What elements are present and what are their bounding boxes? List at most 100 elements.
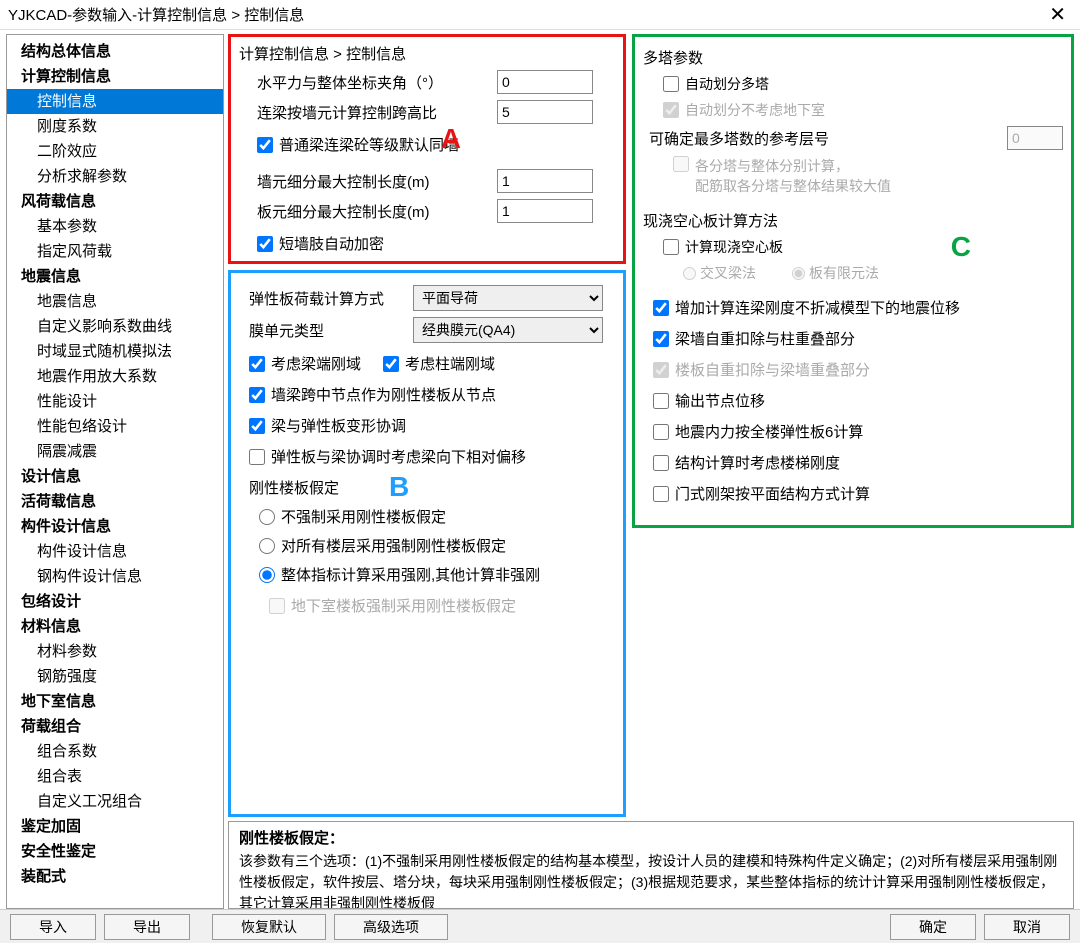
beam-concrete-chk[interactable]	[257, 137, 273, 153]
content-area: A 计算控制信息 > 控制信息 水平力与整体坐标夹角（°） 连梁按墙元计算控制跨…	[228, 34, 1074, 909]
elastic-load-label: 弹性板荷载计算方式	[239, 288, 407, 309]
marker-c: C	[951, 231, 971, 263]
seismic-elastic6-chk[interactable]	[653, 424, 669, 440]
cross-beam-radio	[683, 267, 696, 280]
ref-floor-input	[1007, 126, 1063, 150]
main-area: 结构总体信息计算控制信息控制信息刚度系数二阶效应分析求解参数风荷载信息基本参数指…	[0, 30, 1080, 909]
auto-split-chk[interactable]	[663, 76, 679, 92]
panel-c: C 多塔参数 自动划分多塔 自动划分不考虑地下室 可确定最多塔数的参考层号 各分…	[632, 34, 1074, 528]
wall-beam-node-chk[interactable]	[249, 387, 265, 403]
tree-item[interactable]: 基本参数	[7, 214, 223, 239]
tree-item[interactable]: 组合系数	[7, 739, 223, 764]
beam-concrete-label: 普通梁连梁砼等级默认同墙	[279, 134, 459, 155]
beam-offset-chk[interactable]	[249, 449, 265, 465]
beam-wall-weight-chk[interactable]	[653, 331, 669, 347]
tree-item[interactable]: 风荷载信息	[7, 189, 223, 214]
tree-item[interactable]: 自定义影响系数曲线	[7, 314, 223, 339]
tree-item[interactable]: 地下室信息	[7, 689, 223, 714]
tree-item[interactable]: 材料参数	[7, 639, 223, 664]
membrane-type-label: 膜单元类型	[239, 320, 407, 341]
desc-title: 刚性楼板假定：	[239, 828, 1063, 851]
beam-end-rigid-chk[interactable]	[249, 356, 265, 372]
left-column: A 计算控制信息 > 控制信息 水平力与整体坐标夹角（°） 连梁按墙元计算控制跨…	[228, 34, 626, 817]
panel-a: A 计算控制信息 > 控制信息 水平力与整体坐标夹角（°） 连梁按墙元计算控制跨…	[228, 34, 626, 264]
tree-item[interactable]: 材料信息	[7, 614, 223, 639]
rigid-r2[interactable]	[259, 538, 275, 554]
panel-b: B 弹性板荷载计算方式 平面导荷 膜单元类型 经典膜元(QA4) 考虑梁端刚域 …	[228, 270, 626, 817]
tree-item[interactable]: 构件设计信息	[7, 539, 223, 564]
hollow-slab-title: 现浇空心板计算方法	[643, 210, 1063, 231]
membrane-type-select[interactable]: 经典膜元(QA4)	[413, 317, 603, 343]
tree-item[interactable]: 地震信息	[7, 264, 223, 289]
span-ratio-input[interactable]	[497, 100, 593, 124]
rigid-floor-title: 刚性楼板假定	[249, 477, 615, 498]
slab-mesh-input[interactable]	[497, 199, 593, 223]
panels-row: A 计算控制信息 > 控制信息 水平力与整体坐标夹角（°） 连梁按墙元计算控制跨…	[228, 34, 1074, 817]
title-bar: YJKCAD-参数输入-计算控制信息 > 控制信息 ✕	[0, 0, 1080, 30]
wall-mesh-label: 墙元细分最大控制长度(m)	[239, 171, 491, 192]
slab-mesh-label: 板元细分最大控制长度(m)	[239, 201, 491, 222]
short-wall-label: 短墙肢自动加密	[279, 233, 384, 254]
ignore-basement-chk	[663, 102, 679, 118]
span-ratio-label: 连梁按墙元计算控制跨高比	[239, 102, 491, 123]
nav-tree[interactable]: 结构总体信息计算控制信息控制信息刚度系数二阶效应分析求解参数风荷载信息基本参数指…	[6, 34, 224, 909]
tree-item[interactable]: 钢筋强度	[7, 664, 223, 689]
tree-item[interactable]: 二阶效应	[7, 139, 223, 164]
col-end-rigid-chk[interactable]	[383, 356, 399, 372]
slab-weight-chk	[653, 362, 669, 378]
tree-item[interactable]: 包络设计	[7, 589, 223, 614]
tree-item[interactable]: 组合表	[7, 764, 223, 789]
unreduced-disp-chk[interactable]	[653, 300, 669, 316]
calc-hollow-chk[interactable]	[663, 239, 679, 255]
cancel-button[interactable]: 取消	[984, 914, 1070, 940]
stair-stiffness-chk[interactable]	[653, 455, 669, 471]
rigid-r1[interactable]	[259, 509, 275, 525]
tree-item[interactable]: 地震信息	[7, 289, 223, 314]
tree-item[interactable]: 结构总体信息	[7, 39, 223, 64]
restore-button[interactable]: 恢复默认	[212, 914, 326, 940]
angle-label: 水平力与整体坐标夹角（°）	[239, 72, 491, 93]
tree-item[interactable]: 指定风荷载	[7, 239, 223, 264]
fem-radio	[792, 267, 805, 280]
description-box[interactable]: 刚性楼板假定： 该参数有三个选项：(1)不强制采用刚性楼板假定的结构基本模型，按…	[228, 821, 1074, 909]
elastic-load-select[interactable]: 平面导荷	[413, 285, 603, 311]
separate-calc-chk	[673, 156, 689, 172]
breadcrumb: 计算控制信息 > 控制信息	[239, 43, 615, 64]
tree-item[interactable]: 钢构件设计信息	[7, 564, 223, 589]
export-button[interactable]: 导出	[104, 914, 190, 940]
beam-slab-deform-chk[interactable]	[249, 418, 265, 434]
tree-item[interactable]: 荷载组合	[7, 714, 223, 739]
marker-b: B	[389, 471, 409, 503]
ref-floor-label: 可确定最多塔数的参考层号	[649, 128, 829, 149]
advanced-button[interactable]: 高级选项	[334, 914, 448, 940]
tree-item[interactable]: 安全性鉴定	[7, 839, 223, 864]
tree-item[interactable]: 活荷载信息	[7, 489, 223, 514]
multi-tower-title: 多塔参数	[643, 47, 1063, 68]
marker-a: A	[441, 123, 461, 155]
close-icon[interactable]: ✕	[1043, 2, 1072, 27]
short-wall-chk[interactable]	[257, 236, 273, 252]
tree-item[interactable]: 分析求解参数	[7, 164, 223, 189]
tree-item[interactable]: 装配式	[7, 864, 223, 889]
tree-item[interactable]: 计算控制信息	[7, 64, 223, 89]
tree-item[interactable]: 地震作用放大系数	[7, 364, 223, 389]
tree-item[interactable]: 时域显式随机模拟法	[7, 339, 223, 364]
import-button[interactable]: 导入	[10, 914, 96, 940]
tree-item[interactable]: 鉴定加固	[7, 814, 223, 839]
ok-button[interactable]: 确定	[890, 914, 976, 940]
bottom-bar: 导入 导出 恢复默认 高级选项 确定 取消	[0, 909, 1080, 943]
rigid-r3[interactable]	[259, 567, 275, 583]
tree-item[interactable]: 自定义工况组合	[7, 789, 223, 814]
portal-frame-chk[interactable]	[653, 486, 669, 502]
tree-item[interactable]: 控制信息	[7, 89, 223, 114]
tree-item[interactable]: 性能包络设计	[7, 414, 223, 439]
tree-item[interactable]: 隔震减震	[7, 439, 223, 464]
output-node-chk[interactable]	[653, 393, 669, 409]
angle-input[interactable]	[497, 70, 593, 94]
tree-item[interactable]: 刚度系数	[7, 114, 223, 139]
basement-rigid-chk	[269, 598, 285, 614]
tree-item[interactable]: 性能设计	[7, 389, 223, 414]
wall-mesh-input[interactable]	[497, 169, 593, 193]
tree-item[interactable]: 设计信息	[7, 464, 223, 489]
tree-item[interactable]: 构件设计信息	[7, 514, 223, 539]
